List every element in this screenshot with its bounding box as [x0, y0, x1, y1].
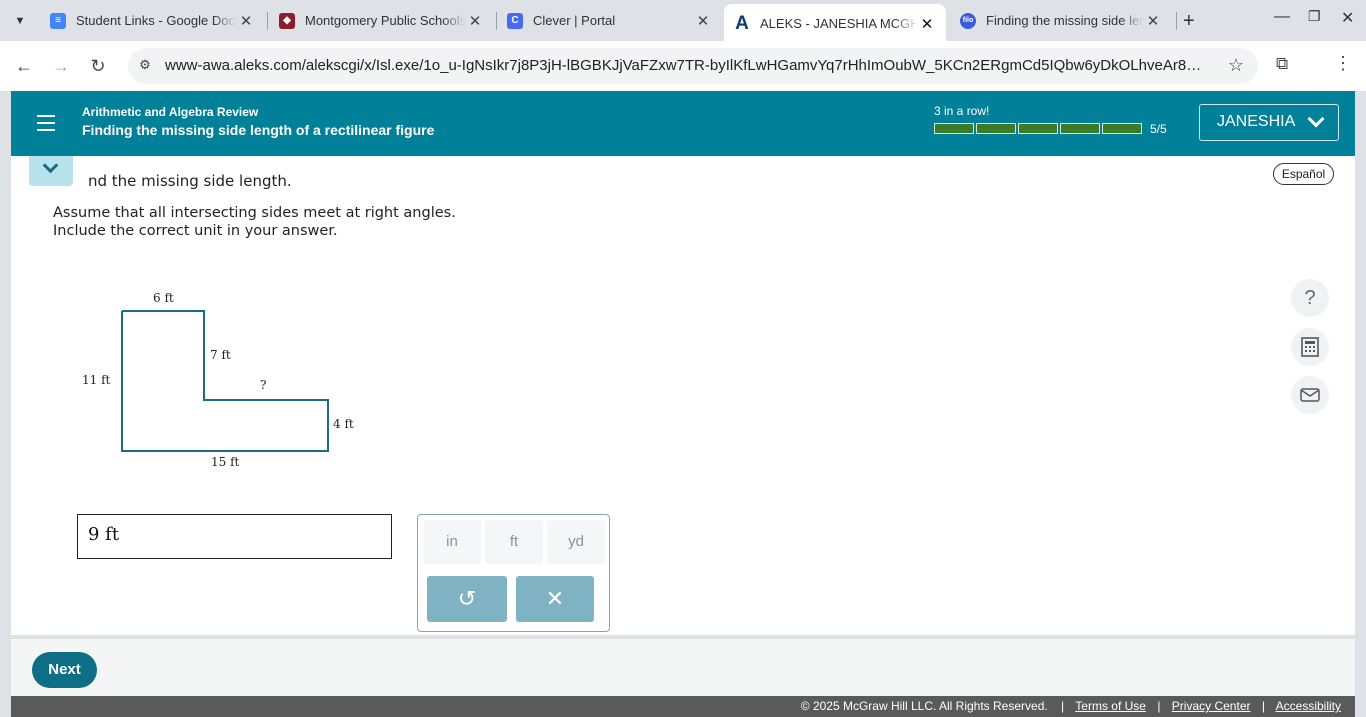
mail-icon[interactable]	[1291, 376, 1329, 414]
clever-icon: C	[507, 12, 523, 29]
extensions-icon[interactable]: ⧉	[1276, 54, 1288, 74]
chevron-down-icon	[42, 157, 59, 174]
close-icon[interactable]: ✕	[237, 12, 255, 30]
close-icon[interactable]: ✕	[1144, 12, 1162, 30]
instruction-line: Assume that all intersecting sides meet …	[53, 205, 456, 221]
label-left: 11 ft	[82, 373, 111, 387]
reload-icon[interactable]: ↻	[86, 54, 110, 78]
clear-icon: ✕	[545, 586, 565, 611]
envelope-glyph	[1300, 388, 1320, 402]
close-icon[interactable]: ✕	[918, 15, 936, 33]
progress-count: 5/5	[1150, 122, 1167, 136]
progress-segment	[976, 123, 1016, 134]
window-close-icon[interactable]: ✕	[1341, 8, 1354, 28]
unit-keypad: in ft yd ↺ ✕	[417, 514, 610, 632]
clear-button[interactable]: ✕	[516, 576, 594, 622]
forward-arrow-icon[interactable]: →	[49, 54, 73, 78]
collapse-header-button[interactable]	[29, 156, 73, 186]
course-subtitle: Arithmetic and Algebra Review	[82, 105, 259, 119]
browser-tab-strip: ▼ ≡ Student Links - Google Docs ✕ ◆ Mont…	[0, 0, 1366, 41]
tab-aleks[interactable]: A ALEKS - JANESHIA MCGHEE ✕	[724, 4, 946, 41]
tab-montgomery[interactable]: ◆ Montgomery Public Schools ✕	[269, 6, 494, 35]
close-icon[interactable]: ✕	[466, 12, 484, 30]
chevron-down-icon	[1307, 110, 1325, 128]
undo-icon: ↺	[457, 586, 477, 611]
address-bar[interactable]: ⚙ www-awa.aleks.com/alekscgi/x/Isl.exe/1…	[128, 48, 1258, 84]
link-separator: |	[1157, 699, 1161, 713]
hamburger-menu-icon[interactable]	[29, 104, 63, 142]
minimize-icon[interactable]: —	[1274, 8, 1290, 26]
next-button[interactable]: Next	[32, 652, 97, 688]
restore-icon[interactable]: ❐	[1308, 8, 1321, 25]
tab-google-docs[interactable]: ≡ Student Links - Google Docs ✕	[40, 6, 265, 35]
espanol-button[interactable]: Español	[1273, 163, 1334, 185]
user-menu-button[interactable]: JANESHIA	[1199, 104, 1339, 141]
topic-title: Finding the missing side length of a rec…	[82, 122, 435, 138]
tab-divider	[1176, 12, 1177, 30]
accessibility-link[interactable]: Accessibility	[1276, 699, 1341, 713]
terms-link[interactable]: Terms of Use	[1075, 699, 1146, 713]
label-top: 6 ft	[153, 291, 174, 305]
progress-segment	[1102, 123, 1142, 134]
tab-clever[interactable]: C Clever | Portal ✕	[497, 6, 722, 35]
school-crest-icon: ◆	[279, 12, 295, 29]
label-missing: ?	[260, 378, 266, 392]
calculator-glyph	[1301, 337, 1319, 357]
unit-yd-button[interactable]: yd	[547, 520, 605, 564]
bookmark-star-icon[interactable]: ☆	[1228, 55, 1244, 76]
undo-button[interactable]: ↺	[427, 576, 507, 622]
user-name: JANESHIA	[1217, 113, 1296, 130]
help-icon[interactable]: ?	[1291, 279, 1329, 317]
tab-filo[interactable]: filo Finding the missing side length ✕	[950, 6, 1172, 35]
url-text[interactable]: www-awa.aleks.com/alekscgi/x/Isl.exe/1o_…	[165, 57, 1205, 74]
privacy-link[interactable]: Privacy Center	[1172, 699, 1251, 713]
new-tab-icon[interactable]: +	[1183, 10, 1195, 33]
progress-segment	[1060, 123, 1100, 134]
unit-ft-button[interactable]: ft	[485, 520, 543, 564]
site-info-icon[interactable]: ⚙	[136, 57, 154, 75]
filo-icon: filo	[960, 12, 976, 29]
link-separator: |	[1061, 699, 1065, 713]
google-docs-icon: ≡	[50, 12, 66, 29]
back-arrow-icon[interactable]: ←	[12, 54, 36, 78]
aleks-icon: A	[735, 12, 749, 34]
copyright-text: © 2025 McGraw Hill LLC. All Rights Reser…	[800, 699, 1048, 713]
progress-segment	[1018, 123, 1058, 134]
label-inner-vertical: 7 ft	[210, 348, 231, 362]
unit-in-button[interactable]: in	[423, 520, 481, 564]
figure-outline	[121, 310, 329, 452]
label-bottom: 15 ft	[211, 455, 240, 469]
browser-toolbar: ← → ↻ ⚙ www-awa.aleks.com/alekscgi/x/Isl…	[0, 41, 1366, 91]
calculator-icon[interactable]	[1291, 328, 1329, 366]
progress-segment	[934, 123, 974, 134]
rectilinear-figure: 6 ft 7 ft 11 ft ? 4 ft 15 ft	[82, 291, 354, 469]
copyright-bar: © 2025 McGraw Hill LLC. All Rights Reser…	[11, 696, 1355, 717]
instruction-line: Include the correct unit in your answer.	[53, 223, 338, 239]
close-icon[interactable]: ✕	[694, 12, 712, 30]
action-bar: Next	[11, 635, 1355, 696]
aleks-app: Arithmetic and Algebra Review Finding th…	[11, 91, 1355, 717]
answer-input[interactable]: 9 ft	[77, 514, 392, 559]
browser-menu-icon[interactable]: ⋮	[1334, 53, 1352, 74]
label-right: 4 ft	[333, 417, 354, 431]
progress-bar	[934, 123, 1142, 134]
link-separator: |	[1261, 699, 1265, 713]
streak-label: 3 in a row!	[934, 104, 990, 118]
topic-header: Arithmetic and Algebra Review Finding th…	[11, 91, 1355, 156]
tab-search-button[interactable]: ▼	[8, 9, 32, 33]
tab-divider	[267, 12, 268, 30]
problem-prompt: nd the missing side length.	[88, 172, 292, 190]
